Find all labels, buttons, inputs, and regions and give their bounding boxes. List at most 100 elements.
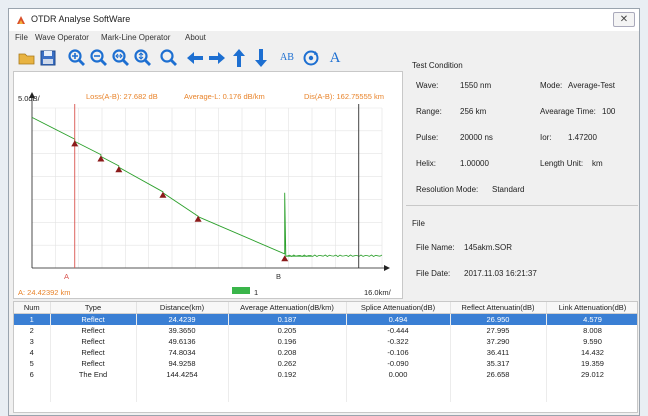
table-row[interactable]: 1 Reflect 24.4239 0.187 0.494 26.950 4.579 xyxy=(14,313,637,325)
text-a-icon[interactable]: A xyxy=(325,48,345,68)
cell-reflect-attenuation: 35.317 xyxy=(450,358,547,369)
cell-reflect-attenuation: 37.290 xyxy=(450,336,547,347)
panel-divider xyxy=(406,205,638,206)
refresh-icon[interactable] xyxy=(301,48,321,68)
cell-distance: 24.4239 xyxy=(136,313,229,325)
cell-average-attenuation: 0.192 xyxy=(228,369,347,380)
cell-num: 5 xyxy=(14,358,51,369)
table-row[interactable]: 5 Reflect 94.9258 0.262 -0.090 35.317 19.359 xyxy=(14,358,637,369)
app-window: OTDR Analyse SoftWare ✕ File Wave Operat… xyxy=(8,8,640,416)
range-label: Range: xyxy=(416,107,442,116)
event-marker xyxy=(71,140,79,147)
col-link-attenuation[interactable]: Link Attenuation(dB) xyxy=(546,302,637,314)
cell-reflect-attenuation: 36.411 xyxy=(450,347,547,358)
menu-mark-line-operator[interactable]: Mark-Line Operator xyxy=(101,33,170,42)
cell-reflect-attenuation: 26.950 xyxy=(450,313,547,325)
test-condition-title: Test Condition xyxy=(412,61,463,70)
col-reflect-attenuation[interactable]: Reflect Attenuatin(dB) xyxy=(450,302,547,314)
table-row[interactable]: 3 Reflect 49.6136 0.196 -0.322 37.290 9.590 xyxy=(14,336,637,347)
marker-ab-icon[interactable]: AB xyxy=(277,48,297,68)
cell-reflect-attenuation: 27.995 xyxy=(450,325,547,336)
close-button[interactable]: ✕ xyxy=(613,12,635,27)
arrow-down-icon[interactable] xyxy=(251,48,271,68)
menu-bar: File Wave Operator Mark-Line Operator Ab… xyxy=(9,31,639,44)
cell-distance: 144.4254 xyxy=(136,369,229,380)
save-icon[interactable] xyxy=(38,48,58,68)
average-time-value: 100 xyxy=(602,107,616,116)
zoom-in-icon[interactable] xyxy=(67,48,87,68)
mode-label: Mode: xyxy=(540,81,563,90)
cell-distance: 74.8034 xyxy=(136,347,229,358)
cell-num: 3 xyxy=(14,336,51,347)
zoom-reset-icon[interactable] xyxy=(159,48,179,68)
arrow-up-icon[interactable] xyxy=(229,48,249,68)
otdr-trace-chart[interactable]: 5.0dB/ Loss(A-B): 27.682 dB Average-L: 0… xyxy=(13,71,403,299)
menu-about[interactable]: About xyxy=(185,33,206,42)
table-header-row: Num Type Distance(km) Average Attenuatio… xyxy=(14,302,637,314)
resolution-mode-label: Resolution Mode: xyxy=(416,185,479,194)
cell-num: 4 xyxy=(14,347,51,358)
cell-link-attenuation: 29.012 xyxy=(546,369,637,380)
file-date-value: 2017.11.03 16:21:37 xyxy=(464,269,537,278)
ior-label: Ior: xyxy=(540,133,552,142)
length-unit-label: Length Unit: xyxy=(540,159,584,168)
file-title: File xyxy=(412,219,425,228)
length-unit-value: km xyxy=(592,159,603,168)
zoom-vertical-icon[interactable] xyxy=(133,48,153,68)
toolbar: AB A xyxy=(13,48,403,70)
wave-label: Wave: xyxy=(416,81,439,90)
cell-link-attenuation: 9.590 xyxy=(546,336,637,347)
ior-value: 1.47200 xyxy=(568,133,597,142)
chart-marks xyxy=(31,104,383,268)
cell-link-attenuation: 14.432 xyxy=(546,347,637,358)
cell-reflect-attenuation: 26.658 xyxy=(450,369,547,380)
col-distance[interactable]: Distance(km) xyxy=(136,302,229,314)
menu-file[interactable]: File xyxy=(15,33,28,42)
window-title: OTDR Analyse SoftWare xyxy=(31,14,131,24)
table-row[interactable]: 6 The End 144.4254 0.192 0.000 26.658 29.012 xyxy=(14,369,637,380)
col-type[interactable]: Type xyxy=(50,302,137,314)
arrow-right-icon[interactable] xyxy=(207,48,227,68)
event-marker xyxy=(97,155,105,162)
helix-label: Helix: xyxy=(416,159,437,168)
cell-splice-attenuation: -0.106 xyxy=(346,347,451,358)
cell-average-attenuation: 0.187 xyxy=(228,313,347,325)
range-value: 256 km xyxy=(460,107,487,116)
title-bar: OTDR Analyse SoftWare ✕ xyxy=(9,9,639,32)
col-splice-attenuation[interactable]: Splice Attenuation(dB) xyxy=(346,302,451,314)
cell-average-attenuation: 0.262 xyxy=(228,358,347,369)
zoom-horizontal-icon[interactable] xyxy=(111,48,131,68)
menu-wave-operator[interactable]: Wave Operator xyxy=(35,33,89,42)
distance-ab-readout: Dis(A-B): 162.75555 km xyxy=(304,92,385,101)
events-table[interactable]: Num Type Distance(km) Average Attenuatio… xyxy=(13,301,638,413)
table-row[interactable]: 2 Reflect 39.3650 0.205 -0.444 27.995 8.008 xyxy=(14,325,637,336)
open-folder-icon[interactable] xyxy=(17,48,37,68)
zoom-out-icon[interactable] xyxy=(89,48,109,68)
cell-type: Reflect xyxy=(50,325,137,336)
app-icon xyxy=(17,16,25,24)
legend-label: 1 xyxy=(254,288,259,297)
col-average-attenuation[interactable]: Average Attenuation(dB/km) xyxy=(228,302,347,314)
cell-link-attenuation: 4.579 xyxy=(546,313,637,325)
file-name-value: 145akm.SOR xyxy=(464,243,513,252)
legend-swatch xyxy=(232,287,250,294)
x-axis-arrow xyxy=(384,265,390,271)
pulse-label: Pulse: xyxy=(416,133,439,142)
wave-value: 1550 nm xyxy=(460,81,492,90)
cell-splice-attenuation: -0.322 xyxy=(346,336,451,347)
event-marker xyxy=(115,166,123,173)
trace-plot[interactable] xyxy=(14,72,402,298)
col-num[interactable]: Num xyxy=(14,302,51,314)
x-axis-unit: 16.0km/ xyxy=(364,288,391,297)
marker-b-label[interactable]: B xyxy=(276,272,281,281)
cell-num: 1 xyxy=(14,313,51,325)
arrow-left-icon[interactable] xyxy=(185,48,205,68)
file-date-label: File Date: xyxy=(416,269,451,278)
cell-distance: 39.3650 xyxy=(136,325,229,336)
cell-splice-attenuation: -0.444 xyxy=(346,325,451,336)
y-axis-unit: 5.0dB/ xyxy=(18,94,40,103)
marker-a-label[interactable]: A xyxy=(64,272,69,281)
table-empty-row xyxy=(14,391,637,402)
pulse-value: 20000 ns xyxy=(460,133,493,142)
table-row[interactable]: 4 Reflect 74.8034 0.208 -0.106 36.411 14.432 xyxy=(14,347,637,358)
